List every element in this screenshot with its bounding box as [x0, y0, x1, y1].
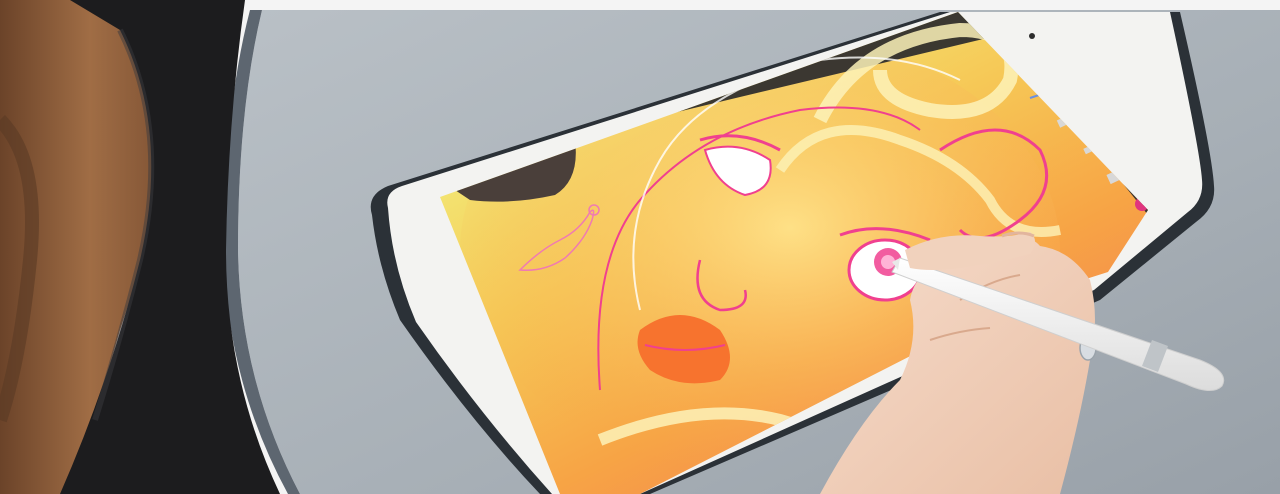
photo-scene	[0, 0, 1280, 494]
camera-icon	[1029, 33, 1035, 39]
scene-svg	[0, 0, 1280, 494]
